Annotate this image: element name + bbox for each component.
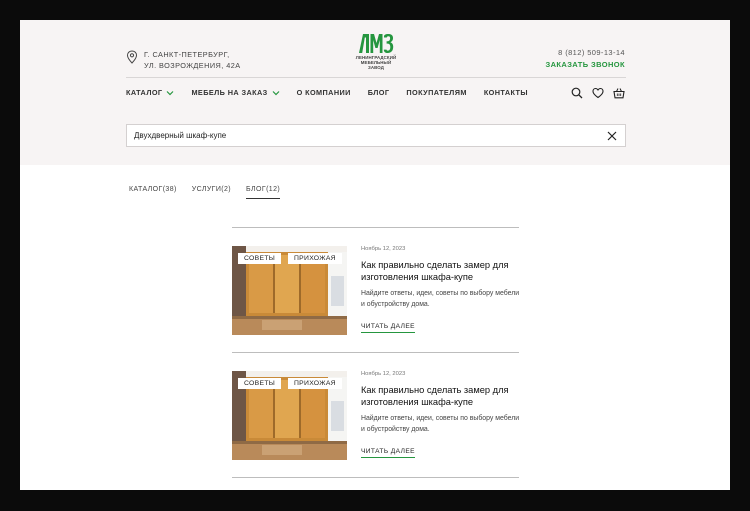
nav-item-custom-furniture[interactable]: МЕБЕЛЬ НА ЗАКАЗ <box>191 88 280 97</box>
close-icon[interactable] <box>607 131 617 141</box>
post-thumbnail[interactable]: СОВЕТЫ ПРИХОЖАЯ <box>232 371 347 460</box>
tab-services[interactable]: УСЛУГИ(2) <box>192 186 231 199</box>
nav-item-label: КАТАЛОГ <box>126 88 163 97</box>
post-thumbnail[interactable]: СОВЕТЫ ПРИХОЖАЯ <box>232 246 347 335</box>
search-bar <box>126 124 626 147</box>
nav-item-label: КОНТАКТЫ <box>483 88 528 97</box>
order-call-link[interactable]: ЗАКАЗАТЬ ЗВОНОК <box>546 59 626 71</box>
address-block: Г. САНКТ-ПЕТЕРБУРГ, УЛ. ВОЗРОЖДЕНИЯ, 42А <box>126 49 241 71</box>
feed-divider <box>232 227 519 228</box>
header-divider <box>126 77 626 78</box>
post-date: Ноябрь 12, 2023 <box>361 371 406 377</box>
post-tag[interactable]: СОВЕТЫ <box>238 378 282 389</box>
contact-block: 8 (812) 509-13-14 ЗАКАЗАТЬ ЗВОНОК <box>546 47 626 71</box>
location-pin-icon <box>126 50 138 64</box>
chevron-down-icon <box>272 90 280 95</box>
blog-post-card[interactable]: СОВЕТЫ ПРИХОЖАЯ Ноябрь 12, 2023 Как прав… <box>232 246 519 336</box>
logo-subtitle-line2: МЕБЕЛЬНЫЙ ЗАВОД <box>360 60 392 70</box>
read-more-link[interactable]: ЧИТАТЬ ДАЛЕЕ <box>361 448 415 458</box>
lmz-logo-mark <box>359 34 394 53</box>
nav-item-label: МЕБЕЛЬ НА ЗАКАЗ <box>191 88 268 97</box>
nav-item-blog[interactable]: БЛОГ <box>368 88 390 97</box>
nav-item-catalog[interactable]: КАТАЛОГ <box>126 88 174 97</box>
search-icon[interactable] <box>571 87 583 99</box>
feed-divider <box>232 477 519 478</box>
post-title[interactable]: Как правильно сделать замер для изготовл… <box>361 259 521 283</box>
tab-blog[interactable]: БЛОГ(12) <box>246 186 281 199</box>
address-line-street: УЛ. ВОЗРОЖДЕНИЯ, 42А <box>144 61 241 70</box>
nav-item-about[interactable]: О КОМПАНИИ <box>297 88 351 97</box>
post-tag[interactable]: ПРИХОЖАЯ <box>288 253 342 264</box>
nav-item-customers[interactable]: ПОКУПАТЕЛЯМ <box>406 88 466 97</box>
read-more-link[interactable]: ЧИТАТЬ ДАЛЕЕ <box>361 323 415 333</box>
nav-item-label: ПОКУПАТЕЛЯМ <box>406 88 467 97</box>
post-title[interactable]: Как правильно сделать замер для изготовл… <box>361 384 521 408</box>
post-description: Найдите ответы, идеи, советы по выбору м… <box>361 290 520 308</box>
nav-item-label: БЛОГ <box>367 88 390 97</box>
heart-icon[interactable] <box>592 87 604 99</box>
page-frame: Г. САНКТ-ПЕТЕРБУРГ, УЛ. ВОЗРОЖДЕНИЯ, 42А… <box>20 20 730 490</box>
chevron-down-icon <box>167 90 174 95</box>
blog-post-card[interactable]: СОВЕТЫ ПРИХОЖАЯ Ноябрь 12, 2023 Как прав… <box>232 371 519 461</box>
post-description: Найдите ответы, идеи, советы по выбору м… <box>361 415 520 433</box>
company-logo[interactable]: ЛЕНИНГРАДСКИЙ МЕБЕЛЬНЫЙ ЗАВОД <box>354 32 398 70</box>
search-input[interactable] <box>134 131 594 140</box>
address-line-city: Г. САНКТ-ПЕТЕРБУРГ, <box>144 50 230 59</box>
results-tabs: КАТАЛОГ(38) УСЛУГИ(2) БЛОГ(12) <box>129 186 295 199</box>
feed-divider <box>232 352 519 353</box>
post-tag[interactable]: ПРИХОЖАЯ <box>288 378 342 389</box>
post-tag[interactable]: СОВЕТЫ <box>238 253 282 264</box>
phone-number[interactable]: 8 (812) 509-13-14 <box>546 47 626 59</box>
nav-item-contacts[interactable]: КОНТАКТЫ <box>484 88 528 97</box>
basket-icon[interactable] <box>613 87 625 99</box>
header-action-icons <box>571 87 625 99</box>
post-date: Ноябрь 12, 2023 <box>361 246 406 252</box>
tab-catalog[interactable]: КАТАЛОГ(38) <box>129 186 177 199</box>
nav-item-label: О КОМПАНИИ <box>296 88 351 97</box>
main-nav: КАТАЛОГ МЕБЕЛЬ НА ЗАКАЗ О КОМПАНИИ БЛОГ … <box>126 88 545 97</box>
